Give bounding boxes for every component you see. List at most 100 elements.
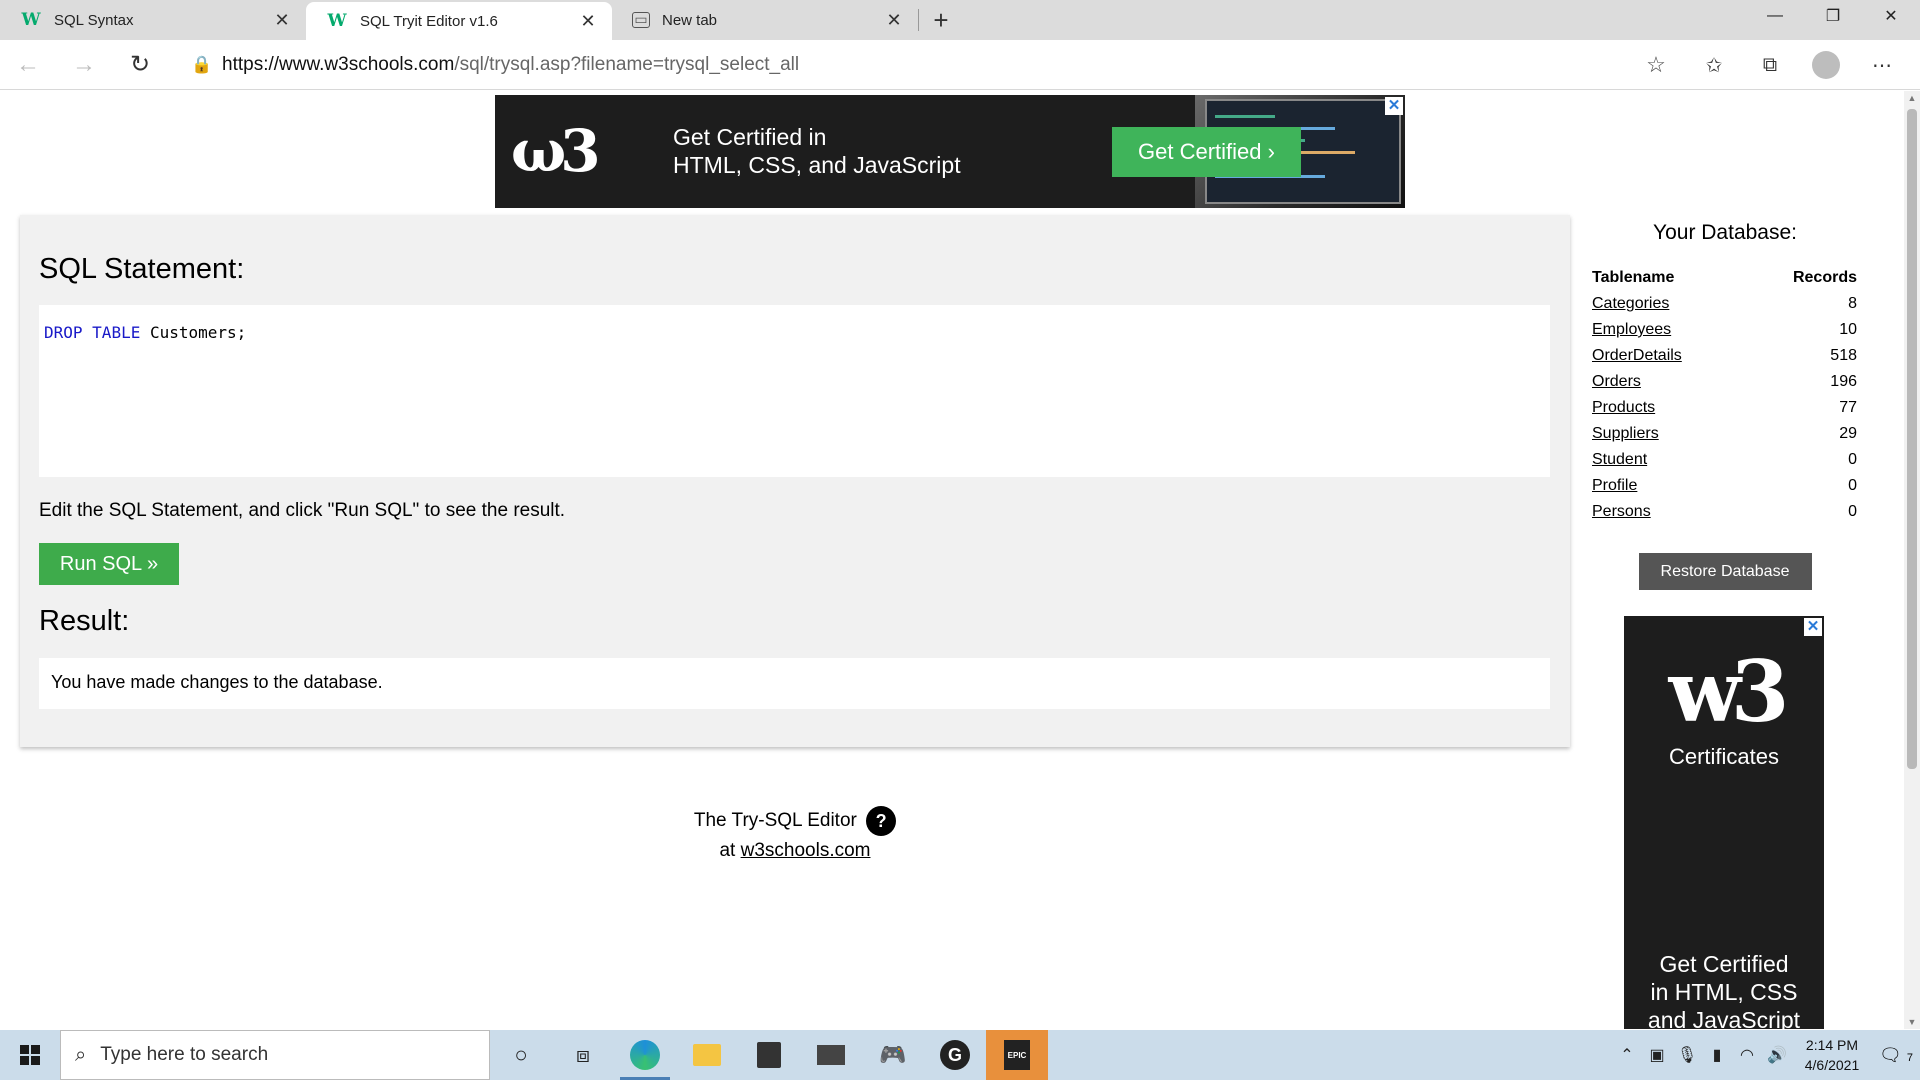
tab-sql-tryit-editor[interactable]: W SQL Tryit Editor v1.6 ✕ — [306, 2, 612, 40]
instruction-text: Edit the SQL Statement, and click "Run S… — [39, 500, 566, 521]
clock[interactable]: 2:14 PM 4/6/2021 — [1792, 1035, 1872, 1075]
table-row: Suppliers 29 — [1592, 421, 1857, 447]
footer-at: at — [719, 840, 741, 862]
tray-chevron-icon[interactable]: ⌃ — [1612, 1045, 1642, 1065]
table-link[interactable]: Categories — [1592, 295, 1669, 312]
back-icon[interactable]: ← — [0, 40, 56, 90]
ad-side-line1: Get Certified — [1659, 951, 1789, 977]
file-explorer-icon[interactable] — [676, 1030, 738, 1080]
close-tab-icon[interactable]: ✕ — [578, 11, 598, 32]
get-certified-button[interactable]: Get Certified › — [1112, 127, 1301, 177]
ad-close-icon[interactable]: ✕ — [1385, 97, 1403, 115]
table-row: Orders 196 — [1592, 369, 1857, 395]
table-row: Student 0 — [1592, 447, 1857, 473]
record-count: 518 — [1830, 347, 1857, 364]
table-link[interactable]: Profile — [1592, 477, 1637, 494]
app-badge-icon[interactable]: 🎮 — [862, 1030, 924, 1080]
start-button[interactable] — [0, 1030, 60, 1080]
address-bar[interactable]: 🔒 https://www.w3schools.com/sql/trysql.a… — [182, 46, 1676, 84]
maximize-icon[interactable]: ❐ — [1804, 0, 1862, 32]
tab-sql-syntax[interactable]: W SQL Syntax ✕ — [0, 0, 306, 40]
table-link[interactable]: Products — [1592, 399, 1655, 416]
table-link[interactable]: Suppliers — [1592, 425, 1659, 442]
tray-device-icon[interactable]: ▣ — [1642, 1045, 1672, 1065]
favorites-icon[interactable]: ✩ — [1686, 40, 1742, 90]
tab-new-tab[interactable]: ▭ New tab ✕ — [612, 0, 918, 40]
wifi-icon[interactable]: ◠ — [1732, 1045, 1762, 1065]
table-link[interactable]: OrderDetails — [1592, 347, 1682, 364]
sql-keyword: DROP — [44, 323, 83, 342]
run-sql-button[interactable]: Run SQL » — [39, 543, 179, 585]
microphone-icon[interactable]: 🎙 — [1672, 1045, 1702, 1065]
result-heading: Result: — [39, 605, 130, 637]
record-count: 0 — [1848, 451, 1857, 468]
mail-icon[interactable] — [800, 1030, 862, 1080]
toolbar-right: ✩ ⧉ ⋯ — [1686, 40, 1910, 90]
minimize-icon[interactable]: — — [1746, 0, 1804, 32]
tab-title: SQL Syntax — [54, 11, 134, 29]
close-window-icon[interactable]: ✕ — [1862, 0, 1920, 32]
clock-date: 4/6/2021 — [1804, 1057, 1860, 1073]
page-content: ω3 Get Certified in HTML, CSS, and JavaS… — [0, 91, 1904, 1029]
collections-icon[interactable]: ⧉ — [1742, 40, 1798, 90]
tab-title: New tab — [662, 11, 718, 29]
sql-code-text: Customers; — [140, 323, 247, 342]
ad-certificates-text: Certificates — [1668, 744, 1780, 769]
sql-editor-panel: SQL Statement: DROP TABLE Customers; Edi… — [20, 215, 1570, 747]
ad-banner-side[interactable]: w3 Certificates Get Certified in HTML, C… — [1624, 616, 1824, 1029]
clock-time: 2:14 PM — [1805, 1037, 1859, 1053]
sql-statement-heading: SQL Statement: — [39, 253, 245, 285]
table-row: Employees 10 — [1592, 317, 1857, 343]
sql-keyword: TABLE — [92, 323, 141, 342]
your-database-heading: Your Database: — [1653, 221, 1797, 244]
table-link[interactable]: Persons — [1592, 503, 1651, 520]
scroll-thumb[interactable] — [1907, 109, 1917, 769]
table-row: Profile 0 — [1592, 473, 1857, 499]
volume-icon[interactable]: 🔊 — [1762, 1045, 1792, 1065]
ad-close-icon[interactable]: ✕ — [1804, 618, 1822, 636]
windows-taskbar: ⌕ Type here to search ○ ⧈ 🎮 G EPIC ⌃ ▣ 🎙… — [0, 1030, 1920, 1080]
cortana-icon[interactable]: ○ — [490, 1030, 552, 1080]
lock-icon[interactable]: 🔒 — [182, 55, 222, 75]
edge-taskbar-icon[interactable] — [614, 1030, 676, 1080]
restore-database-button[interactable]: Restore Database — [1638, 553, 1812, 590]
notification-icon[interactable]: 🗨 7 — [1872, 1045, 1920, 1066]
favorite-star-icon[interactable]: ☆ — [1636, 52, 1676, 78]
url-text[interactable]: https://www.w3schools.com/sql/trysql.asp… — [222, 54, 1636, 76]
scroll-up-icon[interactable]: ▲ — [1904, 93, 1920, 103]
result-box: You have made changes to the database. — [39, 658, 1550, 709]
taskbar-search[interactable]: ⌕ Type here to search — [60, 1030, 490, 1080]
vertical-scrollbar[interactable]: ▲ ▼ — [1904, 91, 1920, 1029]
record-count: 10 — [1839, 321, 1857, 338]
new-tab-button[interactable]: + — [919, 0, 963, 40]
search-icon: ⌕ — [75, 1043, 87, 1066]
refresh-icon[interactable]: ↻ — [112, 40, 168, 90]
w3schools-link[interactable]: w3schools.com — [741, 840, 871, 861]
record-count: 8 — [1848, 295, 1857, 312]
table-link[interactable]: Employees — [1592, 321, 1671, 338]
table-link[interactable]: Orders — [1592, 373, 1641, 390]
table-link[interactable]: Student — [1592, 451, 1647, 468]
database-table: Tablename Records Categories 8 Employees 1… — [1592, 265, 1857, 525]
w3schools-icon: W — [21, 10, 41, 30]
task-view-icon[interactable]: ⧈ — [552, 1030, 614, 1080]
epic-games-icon[interactable]: EPIC — [986, 1030, 1048, 1080]
ad-banner-top[interactable]: ω3 Get Certified in HTML, CSS, and JavaS… — [495, 95, 1405, 208]
more-menu-icon[interactable]: ⋯ — [1854, 40, 1910, 90]
profile-avatar[interactable] — [1812, 51, 1840, 79]
g-app-icon[interactable]: G — [924, 1030, 986, 1080]
url-path: /sql/trysql.asp?filename=trysql_select_a… — [454, 54, 800, 75]
store-icon[interactable] — [738, 1030, 800, 1080]
close-tab-icon[interactable]: ✕ — [884, 10, 904, 31]
battery-icon[interactable]: ▮ — [1702, 1045, 1732, 1065]
record-count: 77 — [1839, 399, 1857, 416]
close-tab-icon[interactable]: ✕ — [272, 10, 292, 31]
table-row: Persons 0 — [1592, 499, 1857, 525]
scroll-down-icon[interactable]: ▼ — [1904, 1017, 1920, 1027]
help-icon[interactable]: ? — [866, 806, 897, 836]
table-row: OrderDetails 518 — [1592, 343, 1857, 369]
record-count: 196 — [1830, 373, 1857, 390]
forward-icon[interactable]: → — [56, 40, 112, 90]
sql-code-editor[interactable]: DROP TABLE Customers; — [39, 305, 1550, 477]
record-count: 0 — [1848, 503, 1857, 520]
